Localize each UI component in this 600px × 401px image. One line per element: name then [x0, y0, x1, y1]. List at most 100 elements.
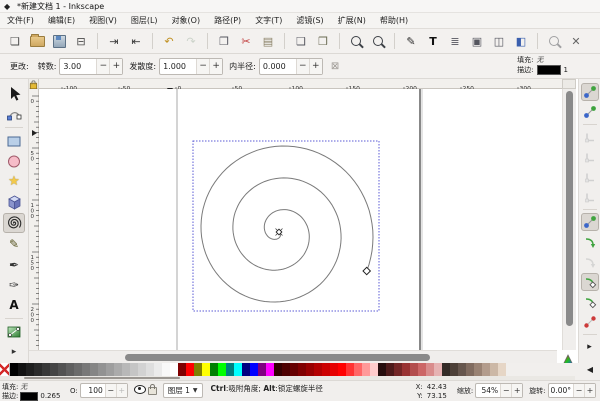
- export-icon[interactable]: ⇤: [126, 31, 146, 51]
- color-swatch[interactable]: [490, 363, 498, 376]
- guide-lock-toggle[interactable]: [29, 79, 39, 89]
- menu-item[interactable]: 视图(V): [82, 13, 124, 28]
- paste-icon[interactable]: ▤: [258, 31, 278, 51]
- color-swatch[interactable]: [474, 363, 482, 376]
- zoom-page-icon[interactable]: [368, 31, 388, 51]
- color-swatch[interactable]: [146, 363, 154, 376]
- color-swatch[interactable]: [42, 363, 50, 376]
- color-swatch[interactable]: [314, 363, 322, 376]
- color-swatch[interactable]: [466, 363, 474, 376]
- cut-icon[interactable]: ✂: [236, 31, 256, 51]
- status-fill-value[interactable]: 无: [20, 383, 27, 392]
- snapbar-overflow[interactable]: ▸: [581, 338, 599, 356]
- color-swatch[interactable]: [226, 363, 234, 376]
- fill-value[interactable]: 无: [537, 55, 544, 65]
- zoom-drawing-icon[interactable]: [346, 31, 366, 51]
- color-swatch[interactable]: [482, 363, 490, 376]
- color-swatch[interactable]: [234, 363, 242, 376]
- rotation-decrease-button[interactable]: −: [573, 384, 584, 397]
- redo-icon[interactable]: ↷: [181, 31, 201, 51]
- snap-nodes-icon[interactable]: [581, 213, 599, 231]
- color-swatch[interactable]: [266, 363, 274, 376]
- color-swatch[interactable]: [218, 363, 226, 376]
- color-swatch[interactable]: [178, 363, 186, 376]
- color-swatch[interactable]: [162, 363, 170, 376]
- snap-path-icon[interactable]: [581, 233, 599, 251]
- color-swatch[interactable]: [338, 363, 346, 376]
- color-swatch[interactable]: [410, 363, 418, 376]
- color-swatch[interactable]: [290, 363, 298, 376]
- text-tool[interactable]: A: [3, 296, 25, 314]
- color-swatch[interactable]: [194, 363, 202, 376]
- color-swatch[interactable]: [154, 363, 162, 376]
- color-swatch[interactable]: [170, 363, 178, 376]
- color-swatch[interactable]: [66, 363, 74, 376]
- color-swatch[interactable]: [34, 363, 42, 376]
- open-document-icon[interactable]: [27, 31, 47, 51]
- layer-selector[interactable]: 图层 1 ▼: [163, 383, 203, 398]
- calligraphy-tool[interactable]: ✑: [3, 276, 25, 294]
- divergence-input[interactable]: 1.000: [160, 62, 196, 71]
- snap-midpoint-icon[interactable]: [581, 313, 599, 331]
- zoom-increase-button[interactable]: +: [511, 384, 522, 397]
- status-stroke-swatch[interactable]: [20, 392, 38, 401]
- vertical-scrollbar[interactable]: [562, 89, 576, 350]
- menu-item[interactable]: 路径(P): [207, 13, 248, 28]
- rotation-input[interactable]: 0.00°: [549, 386, 573, 395]
- ruler-corner-button[interactable]: [562, 79, 576, 89]
- menu-item[interactable]: 对象(O): [165, 13, 208, 28]
- save-icon[interactable]: [49, 31, 69, 51]
- copy-icon[interactable]: ❐: [214, 31, 234, 51]
- xml-editor-icon[interactable]: ◧: [511, 31, 531, 51]
- color-swatch[interactable]: [458, 363, 466, 376]
- menu-item[interactable]: 图层(L): [124, 13, 165, 28]
- import-icon[interactable]: ⇥: [104, 31, 124, 51]
- snap-cusp-node-icon[interactable]: [581, 273, 599, 291]
- color-swatch[interactable]: [330, 363, 338, 376]
- rectangle-tool[interactable]: [3, 132, 25, 150]
- color-swatch[interactable]: [378, 363, 386, 376]
- reset-defaults-button[interactable]: ⊠: [331, 61, 339, 72]
- inner-radius-decrease-button[interactable]: −: [296, 59, 309, 74]
- vertical-ruler[interactable]: 050100150200250: [29, 89, 39, 350]
- color-swatch[interactable]: [370, 363, 378, 376]
- opacity-decrease-button[interactable]: −: [105, 384, 116, 397]
- color-swatch[interactable]: [322, 363, 330, 376]
- text-dialog-icon[interactable]: T: [423, 31, 443, 51]
- undo-icon[interactable]: ↶: [159, 31, 179, 51]
- snap-bbox-edge-icon[interactable]: [581, 128, 599, 146]
- print-icon[interactable]: ⊟: [71, 31, 91, 51]
- menu-item[interactable]: 文字(T): [248, 13, 289, 28]
- color-swatch[interactable]: [10, 363, 18, 376]
- color-swatch[interactable]: [346, 363, 354, 376]
- bezier-tool[interactable]: ✒: [3, 255, 25, 273]
- box3d-tool[interactable]: [3, 193, 25, 211]
- color-swatch[interactable]: [130, 363, 138, 376]
- inner-radius-increase-button[interactable]: +: [309, 59, 322, 74]
- color-swatch[interactable]: [250, 363, 258, 376]
- horizontal-ruler[interactable]: -100-50050100150200250300: [39, 79, 562, 89]
- color-swatch[interactable]: [74, 363, 82, 376]
- divergence-increase-button[interactable]: +: [209, 59, 222, 74]
- color-swatch[interactable]: [418, 363, 426, 376]
- color-swatch[interactable]: [18, 363, 26, 376]
- new-document-icon[interactable]: ❏: [5, 31, 25, 51]
- color-swatch[interactable]: [434, 363, 442, 376]
- color-swatch[interactable]: [26, 363, 34, 376]
- color-swatch[interactable]: [402, 363, 410, 376]
- color-swatch[interactable]: [354, 363, 362, 376]
- color-swatch[interactable]: [98, 363, 106, 376]
- menu-item[interactable]: 扩展(N): [331, 13, 373, 28]
- duplicate-icon[interactable]: ❑: [291, 31, 311, 51]
- turns-input[interactable]: 3.00: [60, 62, 96, 71]
- find-icon[interactable]: [544, 31, 564, 51]
- inner-radius-input[interactable]: 0.000: [260, 62, 296, 71]
- color-swatch[interactable]: [450, 363, 458, 376]
- snap-bbox-edge-midpoint-icon[interactable]: [581, 168, 599, 186]
- color-swatch[interactable]: [306, 363, 314, 376]
- snap-enable-icon[interactable]: [581, 83, 599, 101]
- menu-item[interactable]: 文件(F): [0, 13, 41, 28]
- zoom-input[interactable]: 54%: [476, 386, 500, 395]
- rotation-increase-button[interactable]: +: [584, 384, 595, 397]
- vertical-scrollbar-thumb[interactable]: [566, 91, 573, 326]
